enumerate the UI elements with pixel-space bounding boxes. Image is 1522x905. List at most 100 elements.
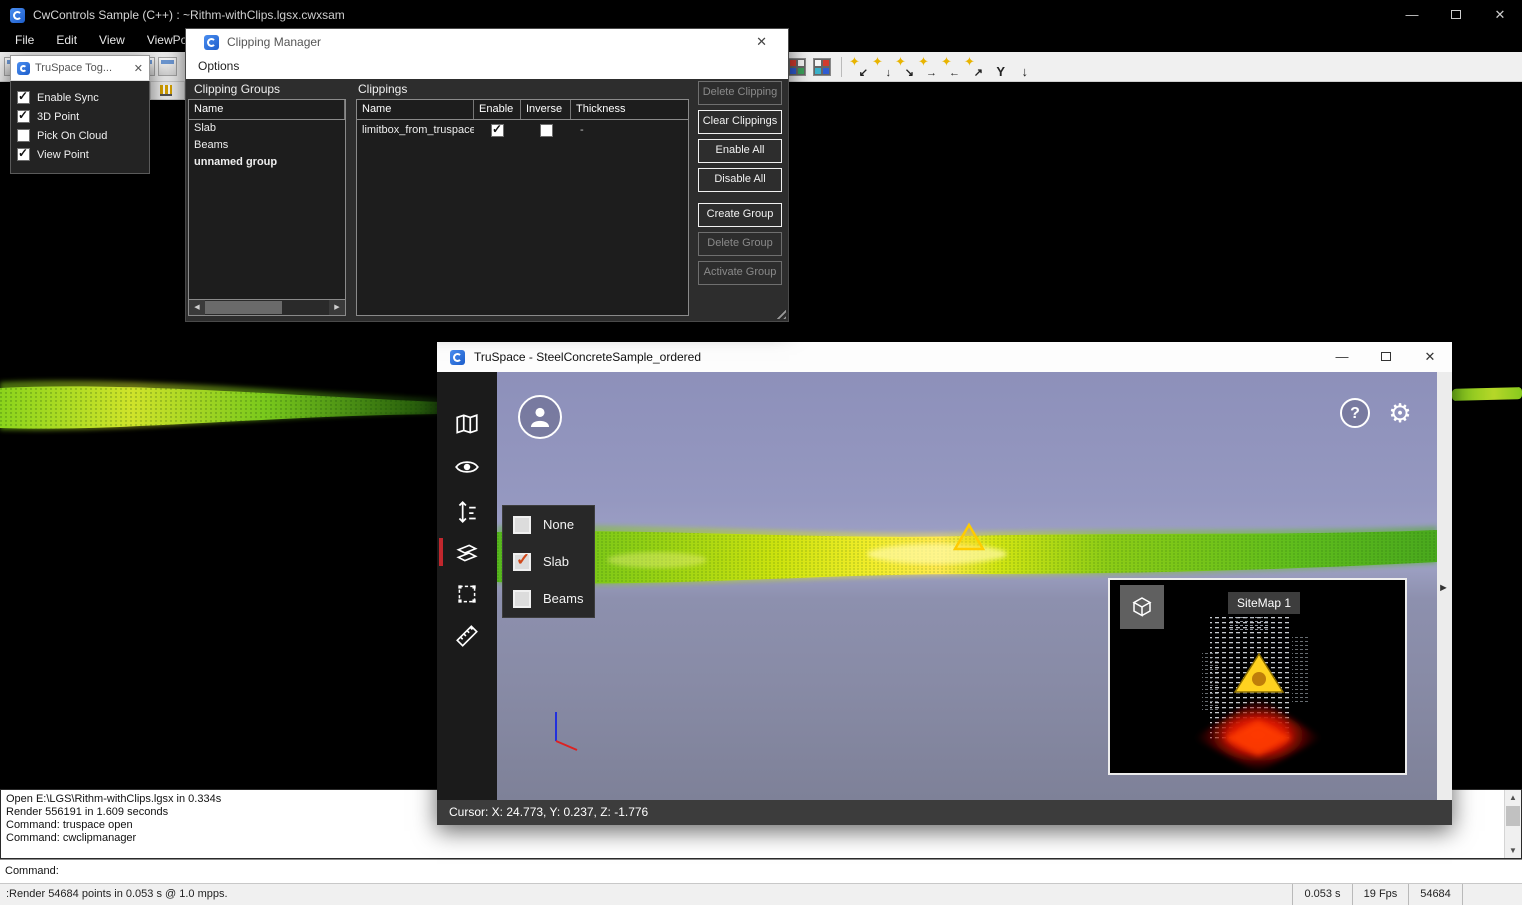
clipping-manager-window: Clipping Manager ✕ Options Clipping Grou… <box>185 28 789 322</box>
clip-tool-icon-2[interactable]: ✦↓ <box>872 57 892 78</box>
column-header-inverse[interactable]: Inverse <box>521 100 571 119</box>
eye-icon[interactable] <box>454 454 480 480</box>
toolbar-icon-8[interactable] <box>158 57 177 76</box>
disable-all-button[interactable]: Disable All <box>698 168 782 192</box>
clip-tool-icon-6[interactable]: ✦↗ <box>964 57 984 78</box>
group-row-beams[interactable]: Beams <box>189 137 345 154</box>
clip-tool-icon-7[interactable]: Y <box>990 57 1010 78</box>
panorama-view-button[interactable] <box>518 395 562 439</box>
settings-gear-icon[interactable]: ⚙ <box>1383 396 1417 430</box>
enable-sync-checkbox[interactable]: ✓ <box>17 91 30 104</box>
none-checkbox[interactable]: ✓ <box>513 516 531 534</box>
clippings-list: Name Enable Inverse Thickness limitbox_f… <box>356 99 689 316</box>
menu-file[interactable]: File <box>4 30 45 52</box>
column-header-enable[interactable]: Enable <box>474 100 521 119</box>
scroll-thumb[interactable] <box>1506 806 1520 826</box>
scroll-right-icon[interactable]: ▶ <box>329 300 345 315</box>
tog-panel-icon <box>17 62 30 75</box>
scroll-track[interactable] <box>205 300 329 315</box>
scroll-up-icon[interactable]: ▲ <box>1505 790 1521 805</box>
scroll-left-icon[interactable]: ◀ <box>189 300 205 315</box>
toggle-view-point[interactable]: ✓ View Point <box>11 145 149 164</box>
scroll-thumb[interactable] <box>205 301 282 314</box>
maximize-icon <box>1381 352 1391 361</box>
clipping-planes-icon[interactable] <box>454 540 480 566</box>
tog-close-button[interactable]: ✕ <box>134 62 143 75</box>
scroll-down-icon[interactable]: ▼ <box>1505 843 1521 858</box>
ruler-icon[interactable] <box>454 623 480 649</box>
clip-tool-icon-1[interactable]: ✦↙ <box>849 57 869 78</box>
check-icon: ✓ <box>18 146 28 160</box>
maximize-icon <box>1451 10 1461 19</box>
limit-box-icon[interactable] <box>454 581 480 607</box>
inverse-checkbox[interactable]: ✓ <box>540 124 553 137</box>
active-tool-indicator <box>439 538 443 566</box>
point-cloud-streak-right <box>1452 387 1522 401</box>
clipping-row[interactable]: limitbox_from_truspace ✓ ✓ - <box>357 120 688 140</box>
toggle-3d-point[interactable]: ✓ 3D Point <box>11 107 149 126</box>
clip-option-label: Beams <box>543 591 583 606</box>
viewport-grid-icon[interactable] <box>788 58 806 76</box>
truspace-window: TruSpace - SteelConcreteSample_ordered —… <box>437 342 1452 825</box>
create-group-button[interactable]: Create Group <box>698 203 782 227</box>
help-button[interactable]: ? <box>1340 398 1370 428</box>
direction-icon: Y <box>996 64 1005 79</box>
check-icon: ✓ <box>18 108 28 122</box>
viewpoint-marker[interactable] <box>952 522 986 552</box>
truspace-close-button[interactable]: ✕ <box>1408 342 1452 372</box>
viewport-grid-icon-2[interactable] <box>813 58 831 76</box>
clip-option-none[interactable]: ✓ None <box>503 506 594 543</box>
clippings-list-header: Name Enable Inverse Thickness <box>357 100 688 120</box>
menu-options[interactable]: Options <box>186 55 251 77</box>
enable-checkbox[interactable]: ✓ <box>491 124 504 137</box>
delete-clipping-button[interactable]: Delete Clipping <box>698 81 782 105</box>
clipping-manager-close-button[interactable]: ✕ <box>756 34 767 50</box>
enable-all-button[interactable]: Enable All <box>698 139 782 163</box>
group-row-slab[interactable]: Slab <box>189 120 345 137</box>
close-button[interactable]: ✕ <box>1478 0 1522 30</box>
slab-checkbox[interactable]: ✓ <box>513 553 531 571</box>
clip-tool-icon-3[interactable]: ✦↘ <box>895 57 915 78</box>
view-point-checkbox[interactable]: ✓ <box>17 148 30 161</box>
3d-point-checkbox[interactable]: ✓ <box>17 110 30 123</box>
truspace-viewport[interactable]: ? ⚙ ✓ None ✓ Slab ✓ Beams <box>497 372 1437 800</box>
elevation-icon[interactable] <box>454 499 480 525</box>
maximize-button[interactable] <box>1434 0 1478 30</box>
column-header-name[interactable]: Name <box>189 100 345 119</box>
check-icon: ✓ <box>492 124 502 136</box>
groups-horizontal-scrollbar[interactable]: ◀ ▶ <box>189 299 345 315</box>
toggle-label: View Point <box>37 149 89 161</box>
clip-tool-icon-4[interactable]: ✦→ <box>918 57 938 78</box>
truspace-minimize-button[interactable]: — <box>1320 342 1364 372</box>
toggle-enable-sync[interactable]: ✓ Enable Sync <box>11 88 149 107</box>
resize-grip[interactable] <box>773 306 786 319</box>
clip-option-beams[interactable]: ✓ Beams <box>503 580 594 617</box>
sitemap-panel[interactable]: SiteMap 1 <box>1108 578 1407 775</box>
delete-group-button[interactable]: Delete Group <box>698 232 782 256</box>
direction-icon: ↓ <box>886 67 892 79</box>
pick-on-cloud-checkbox[interactable]: ✓ <box>17 129 30 142</box>
menu-edit[interactable]: Edit <box>45 30 88 52</box>
column-header-thickness[interactable]: Thickness <box>571 100 688 119</box>
group-row-unnamed[interactable]: unnamed group <box>189 154 345 171</box>
truspace-maximize-button[interactable] <box>1364 342 1408 372</box>
direction-icon: ↘ <box>905 66 914 79</box>
activate-group-button[interactable]: Activate Group <box>698 261 782 285</box>
command-input[interactable]: Command: <box>0 859 1522 883</box>
clip-option-slab[interactable]: ✓ Slab <box>503 543 594 580</box>
map-icon[interactable] <box>454 412 480 438</box>
clip-tool-icon-8[interactable]: ↓ <box>1013 57 1033 78</box>
column-header-name[interactable]: Name <box>357 100 474 119</box>
clip-tool-icon-5[interactable]: ✦← <box>941 57 961 78</box>
minimize-button[interactable]: — <box>1390 0 1434 30</box>
menu-view[interactable]: View <box>88 30 136 52</box>
clear-clippings-button[interactable]: Clear Clippings <box>698 110 782 134</box>
toggle-pick-on-cloud[interactable]: ✓ Pick On Cloud <box>11 126 149 145</box>
clipping-groups-list: Name Slab Beams unnamed group ◀ ▶ <box>188 99 346 316</box>
expand-panel-arrow[interactable]: ► <box>1438 582 1449 594</box>
log-scrollbar[interactable]: ▲ ▼ <box>1504 790 1521 858</box>
chart-icon[interactable] <box>160 85 172 96</box>
beams-checkbox[interactable]: ✓ <box>513 590 531 608</box>
clip-option-label: Slab <box>543 554 569 569</box>
sitemap-mode-button[interactable] <box>1120 585 1164 629</box>
